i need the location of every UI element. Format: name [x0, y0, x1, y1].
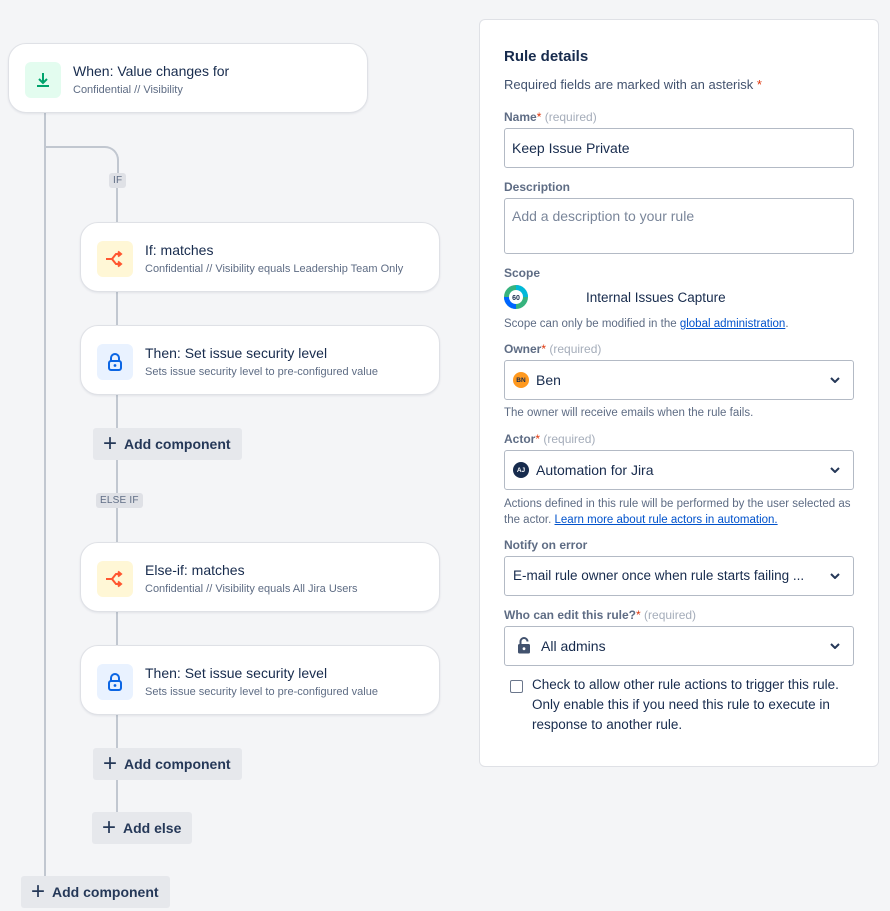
edit-permission-select[interactable]: All admins — [504, 626, 854, 666]
required-hint: (required) — [544, 110, 597, 124]
owner-help: The owner will receive emails when the r… — [504, 407, 754, 419]
description-field[interactable]: Add a description to your rule — [504, 198, 854, 254]
global-administration-link[interactable]: global administration — [680, 318, 785, 330]
flow-branch-curve — [45, 146, 119, 176]
owner-label-text: Owner — [504, 342, 542, 356]
chevron-down-icon — [830, 643, 840, 649]
add-component-button[interactable]: + Add component — [93, 428, 242, 460]
else-action-subtitle: Sets issue security level to pre-configu… — [145, 686, 378, 698]
else-action-card[interactable]: Then: Set issue security level Sets issu… — [80, 645, 440, 715]
allow-trigger-label: Check to allow other rule actions to tri… — [532, 677, 839, 732]
name-label-text: Name — [504, 110, 537, 124]
if-action-subtitle: Sets issue security level to pre-configu… — [145, 366, 378, 378]
else-action-title: Then: Set issue security level — [145, 665, 328, 681]
owner-value: Ben — [536, 372, 561, 388]
plus-icon: + — [31, 878, 46, 905]
lock-icon — [108, 673, 122, 691]
if-condition-card[interactable]: If: matches Confidential // Visibility e… — [80, 222, 440, 292]
actor-value: Automation for Jira — [536, 462, 654, 478]
add-component-label: Add component — [52, 884, 159, 900]
required-hint: (required) — [549, 342, 602, 356]
required-asterisk: * — [536, 110, 542, 124]
svg-text:60: 60 — [512, 295, 520, 302]
trigger-icon-box — [25, 62, 61, 98]
owner-select[interactable]: BN Ben — [504, 360, 854, 400]
else-condition-title: Else-if: matches — [145, 562, 245, 578]
required-asterisk: * — [541, 342, 547, 356]
trigger-card[interactable]: When: Value changes for Confidential // … — [8, 43, 368, 113]
notify-select[interactable]: E-mail rule owner once when rule starts … — [504, 556, 854, 596]
required-hint: (required) — [644, 608, 697, 622]
plus-icon: + — [102, 814, 117, 841]
rule-details-panel: Rule details Required fields are marked … — [479, 19, 879, 767]
name-value: Keep Issue Private — [512, 140, 630, 156]
if-tag: IF — [109, 173, 127, 188]
required-asterisk: * — [535, 432, 541, 446]
scope-help: Scope can only be modified in the global… — [504, 316, 789, 332]
required-asterisk: * — [636, 608, 641, 622]
scope-label: Scope — [504, 266, 541, 280]
actor-label: Actor* (required) — [504, 432, 595, 446]
description-placeholder: Add a description to your rule — [512, 208, 695, 224]
lock-icon — [108, 353, 122, 371]
add-component-button[interactable]: + Add component — [93, 748, 242, 780]
allow-trigger-checkbox[interactable] — [510, 680, 523, 693]
if-condition-title: If: matches — [145, 242, 214, 258]
notify-label: Notify on error — [504, 538, 588, 552]
actor-label-text: Actor — [504, 432, 536, 446]
scope-avatar: 60 — [504, 285, 528, 309]
scope-value: Internal Issues Capture — [586, 290, 726, 305]
trigger-title: When: Value changes for — [73, 63, 230, 79]
owner-label: Owner* (required) — [504, 342, 601, 356]
unlock-icon — [518, 637, 530, 654]
owner-avatar: BN — [513, 372, 529, 388]
else-condition-card[interactable]: Else-if: matches Confidential // Visibil… — [80, 542, 440, 612]
add-else-label: Add else — [123, 820, 182, 836]
edit-label-text: Who can edit this rule? — [504, 608, 637, 622]
description-label: Description — [504, 180, 571, 194]
required-note: Required fields are marked with an aster… — [504, 77, 762, 92]
panel-title: Rule details — [504, 48, 589, 65]
chevron-down-icon — [830, 573, 840, 579]
flow-main-line — [44, 112, 46, 878]
rule-actors-link[interactable]: Learn more about rule actors in automati… — [555, 514, 778, 526]
add-component-label: Add component — [124, 756, 231, 772]
trigger-subtitle: Confidential // Visibility — [73, 84, 183, 96]
add-component-label: Add component — [124, 436, 231, 452]
chevron-down-icon — [830, 467, 840, 473]
edit-permission-label: Who can edit this rule?* (required) — [504, 608, 696, 622]
action-icon-box — [97, 664, 133, 700]
scope-help-text: Scope can only be modified in the — [504, 318, 677, 330]
else-condition-subtitle: Confidential // Visibility equals All Ji… — [145, 583, 358, 595]
name-label: Name* (required) — [504, 110, 597, 124]
scope-help-suffix: . — [785, 318, 789, 330]
required-asterisk: * — [756, 77, 762, 92]
required-hint: (required) — [543, 432, 596, 446]
condition-icon-box — [97, 561, 133, 597]
actor-select[interactable]: AJ Automation for Jira — [504, 450, 854, 490]
branch-icon — [106, 570, 123, 588]
plus-icon: + — [103, 430, 118, 457]
branch-icon — [106, 250, 123, 268]
actor-help: Actions defined in this rule will be per… — [504, 496, 856, 528]
download-arrow-icon — [37, 73, 49, 87]
action-icon-box — [97, 344, 133, 380]
name-field[interactable]: Keep Issue Private — [504, 128, 854, 168]
required-note-text: Required fields are marked with an aster… — [504, 77, 754, 92]
if-action-card[interactable]: Then: Set issue security level Sets issu… — [80, 325, 440, 395]
add-else-button[interactable]: + Add else — [92, 812, 193, 844]
actor-avatar: AJ — [513, 462, 529, 478]
notify-value: E-mail rule owner once when rule starts … — [513, 568, 805, 583]
plus-icon: + — [103, 750, 118, 777]
else-if-tag: ELSE IF — [96, 493, 143, 508]
edit-permission-value: All admins — [541, 638, 606, 654]
if-condition-subtitle: Confidential // Visibility equals Leader… — [145, 263, 404, 275]
add-component-button[interactable]: + Add component — [21, 876, 170, 908]
project-avatar-icon: 60 — [504, 285, 528, 309]
if-action-title: Then: Set issue security level — [145, 345, 328, 361]
condition-icon-box — [97, 241, 133, 277]
chevron-down-icon — [830, 377, 840, 383]
